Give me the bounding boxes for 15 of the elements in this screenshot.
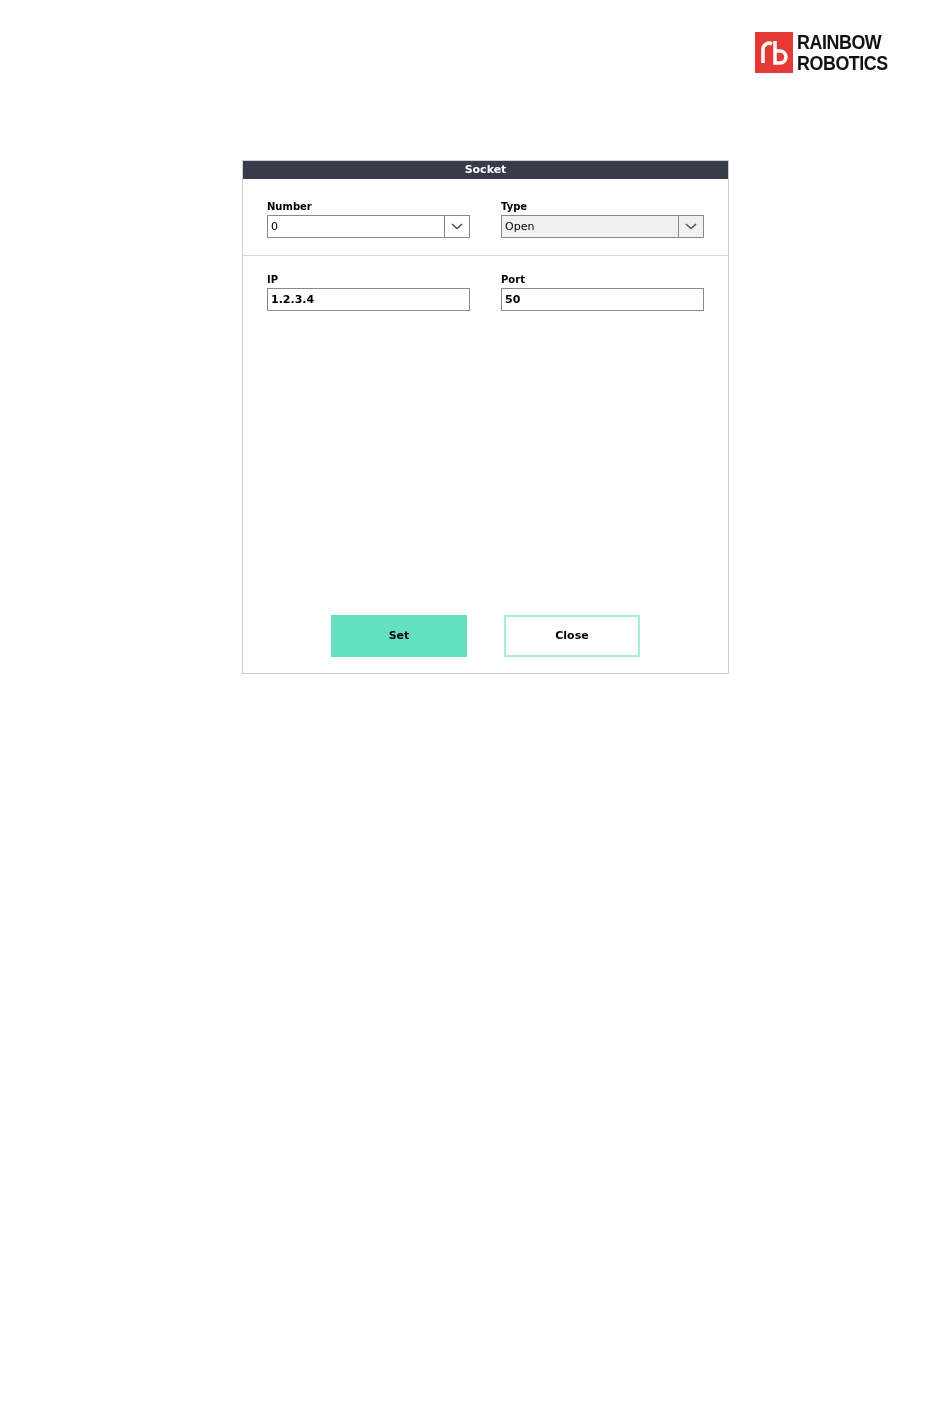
dialog-title: Socket	[243, 161, 728, 179]
input-field[interactable]: 50	[501, 288, 704, 311]
field-label: Number	[267, 201, 313, 213]
field-label: Type	[501, 201, 529, 213]
logo-text: ROBOTICS	[797, 52, 888, 73]
logo-icon	[755, 31, 794, 73]
set-button[interactable]: Set	[331, 615, 467, 657]
dropdown[interactable]: 0	[267, 215, 470, 238]
field-label: IP	[267, 274, 280, 286]
close-button[interactable]: Close	[504, 615, 640, 657]
logo-text: RAINBOW	[797, 31, 883, 52]
chevron-down-icon	[451, 223, 463, 230]
input-field[interactable]: 1.2.3.4	[267, 288, 470, 311]
field-label: Port	[501, 274, 526, 286]
chevron-down-icon	[685, 223, 697, 230]
